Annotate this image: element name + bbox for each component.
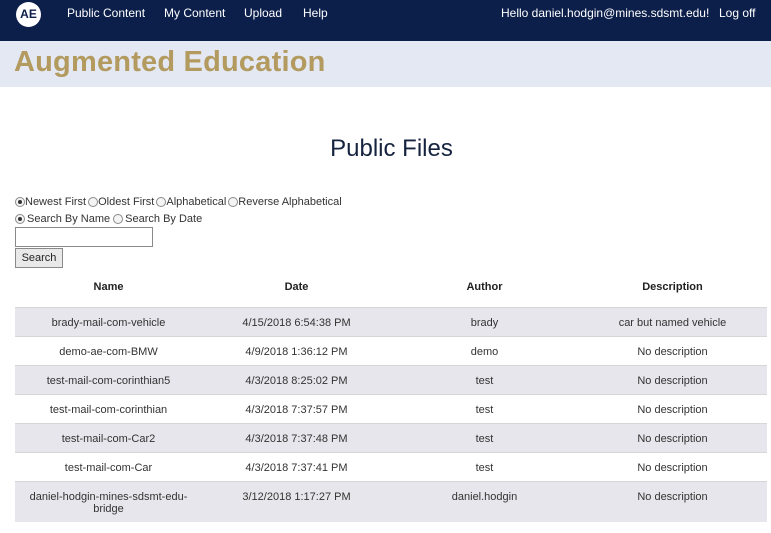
- file-description: car but named vehicle: [618, 317, 727, 329]
- file-date: 3/12/2018 1:17:27 PM: [242, 491, 351, 503]
- file-author: brady: [470, 317, 499, 329]
- radio-search-by-date[interactable]: [113, 214, 124, 224]
- ae-logo[interactable]: AE: [16, 2, 41, 27]
- table-row[interactable]: test-mail-com-corinthian 4/3/2018 7:37:5…: [15, 394, 767, 424]
- sort-label-oldest-first: Oldest First: [98, 196, 155, 208]
- table-row[interactable]: daniel-hodgin-mines-sdsmt-edu- bridge 3/…: [15, 481, 767, 522]
- file-author: daniel.hodgin: [451, 491, 518, 503]
- site-banner: Augmented Education: [0, 41, 771, 87]
- file-name-link[interactable]: test-mail-com-Car: [15, 462, 202, 474]
- search-input[interactable]: [15, 227, 153, 247]
- file-description: No description: [637, 375, 708, 387]
- table-row[interactable]: demo-ae-com-BMW 4/9/2018 1:36:12 PM demo…: [15, 336, 767, 366]
- file-date: 4/9/2018 1:36:12 PM: [245, 346, 348, 358]
- file-date: 4/15/2018 6:54:38 PM: [242, 317, 351, 329]
- file-author: test: [475, 404, 494, 416]
- radio-oldest-first[interactable]: [88, 197, 99, 207]
- file-date: 4/3/2018 7:37:57 PM: [245, 404, 348, 416]
- file-name-link[interactable]: test-mail-com-corinthian5: [15, 375, 202, 387]
- file-description: No description: [637, 433, 708, 445]
- nav-help[interactable]: Help: [303, 6, 328, 20]
- file-description: No description: [637, 491, 708, 503]
- file-name-link[interactable]: demo-ae-com-BMW: [15, 346, 202, 358]
- log-off-link[interactable]: Log off: [719, 6, 755, 20]
- column-header-date[interactable]: Date: [203, 281, 390, 293]
- file-date: 4/3/2018 8:25:02 PM: [245, 375, 348, 387]
- file-description: No description: [637, 462, 708, 474]
- table-row[interactable]: brady-mail-com-vehicle 4/15/2018 6:54:38…: [15, 307, 767, 337]
- search-mode-options: Search By Name Search By Date: [15, 213, 202, 225]
- radio-search-by-name[interactable]: [15, 214, 25, 224]
- table-row[interactable]: test-mail-com-Car2 4/3/2018 7:37:48 PM t…: [15, 423, 767, 453]
- nav-my-content[interactable]: My Content: [164, 6, 225, 20]
- search-button[interactable]: Search: [15, 248, 63, 268]
- radio-alphabetical[interactable]: [156, 197, 167, 207]
- file-name-link[interactable]: test-mail-com-corinthian: [15, 404, 202, 416]
- sort-label-newest-first: Newest First: [25, 196, 87, 208]
- file-author: test: [475, 433, 494, 445]
- file-description: No description: [637, 404, 708, 416]
- search-label-by-date: Search By Date: [125, 213, 203, 225]
- column-header-author[interactable]: Author: [391, 281, 578, 293]
- column-header-description[interactable]: Description: [579, 281, 766, 293]
- file-description: No description: [637, 346, 708, 358]
- file-author: test: [475, 462, 494, 474]
- sort-options: Newest First Oldest First Alphabetical R…: [15, 196, 342, 208]
- nav-upload[interactable]: Upload: [244, 6, 282, 20]
- file-date: 4/3/2018 7:37:48 PM: [245, 433, 348, 445]
- column-header-name[interactable]: Name: [15, 281, 202, 293]
- file-name-link[interactable]: daniel-hodgin-mines-sdsmt-edu- bridge: [15, 491, 202, 515]
- table-row[interactable]: test-mail-com-corinthian5 4/3/2018 8:25:…: [15, 365, 767, 395]
- sort-label-reverse-alphabetical: Reverse Alphabetical: [238, 196, 342, 208]
- file-name-line-2[interactable]: bridge: [15, 503, 202, 515]
- table-row[interactable]: test-mail-com-Car 4/3/2018 7:37:41 PM te…: [15, 452, 767, 482]
- file-author: demo: [470, 346, 499, 358]
- file-name-line-1[interactable]: daniel-hodgin-mines-sdsmt-edu-: [15, 491, 202, 503]
- search-label-by-name: Search By Name: [27, 213, 111, 225]
- sort-label-alphabetical: Alphabetical: [166, 196, 227, 208]
- site-title: Augmented Education: [14, 46, 326, 78]
- file-date: 4/3/2018 7:37:41 PM: [245, 462, 348, 474]
- file-name-link[interactable]: test-mail-com-Car2: [15, 433, 202, 445]
- file-name-link[interactable]: brady-mail-com-vehicle: [15, 317, 202, 329]
- page-title: Public Files: [330, 135, 453, 162]
- top-nav-bar: AE Public Content My Content Upload Help…: [0, 0, 771, 41]
- radio-reverse-alphabetical[interactable]: [228, 197, 239, 207]
- nav-public-content[interactable]: Public Content: [67, 6, 145, 20]
- radio-newest-first[interactable]: [15, 197, 25, 207]
- user-greeting[interactable]: Hello daniel.hodgin@mines.sdsmt.edu!: [501, 6, 709, 20]
- file-author: test: [475, 375, 494, 387]
